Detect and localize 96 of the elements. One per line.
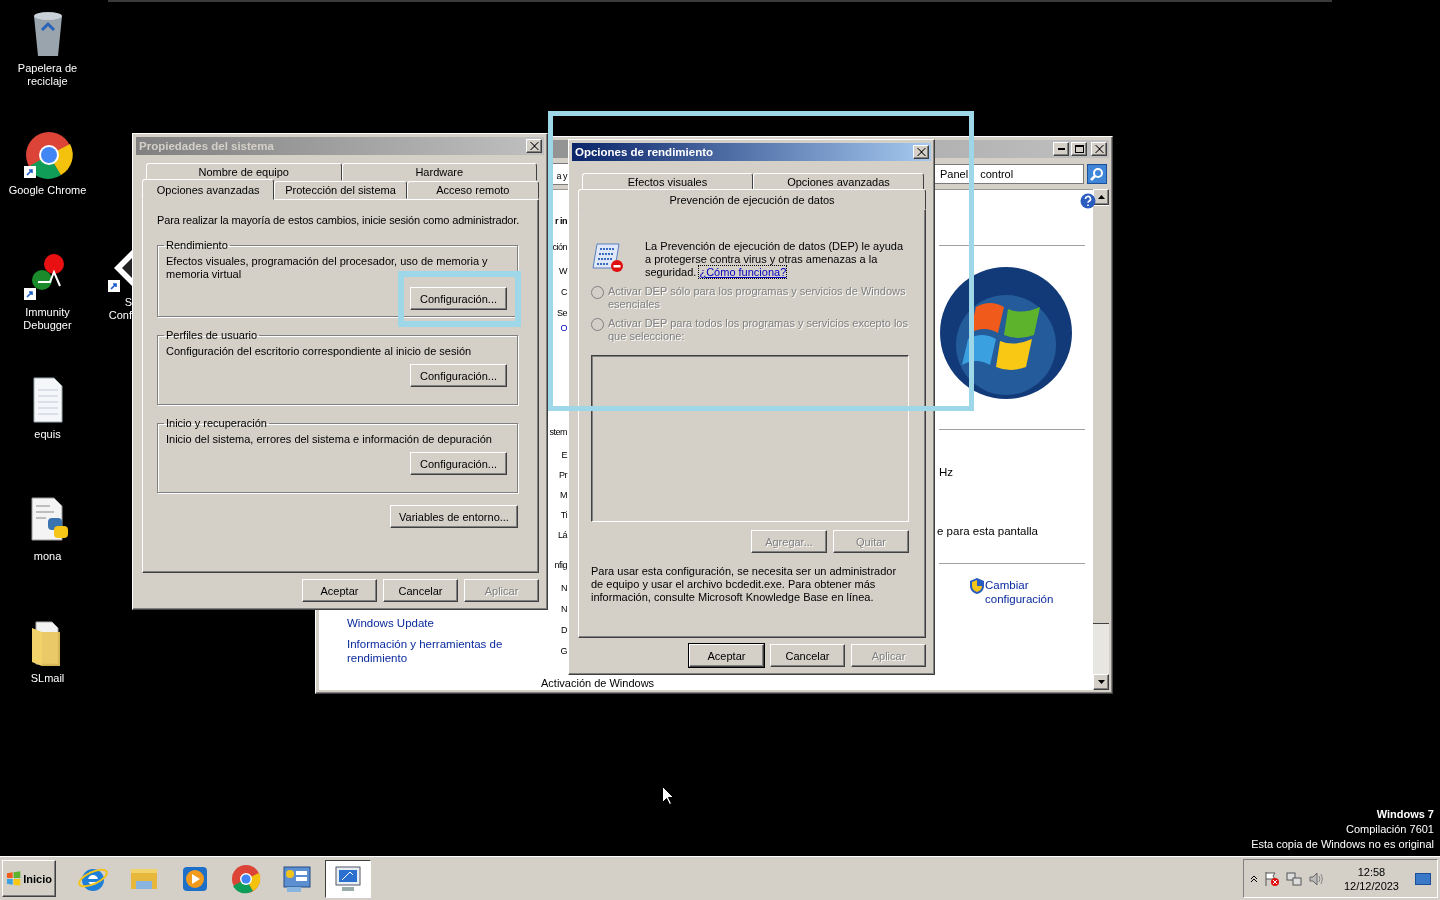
tab[interactable]: Nombre de equipo (146, 163, 342, 181)
description-text: La Prevención de ejecución de datos (DEP) le ayuda a protegerse contra virus y otras amenazas a la seguridad. ¿Cómo funciona? (645, 240, 905, 279)
tab[interactable]: Prevención de ejecución de datos (578, 189, 926, 210)
os-notice-text: Esta copia de Windows no es original (1251, 837, 1434, 852)
system-info-text: e para esta pantalla (937, 525, 1039, 537)
tab[interactable]: Opciones avanzadas (142, 179, 275, 200)
icon-label[interactable]: Google Chrome (4, 184, 91, 197)
system-info-text: Hz (939, 466, 954, 478)
text-fragment: G (560, 646, 567, 656)
dialog-button[interactable]: Cancelar (770, 644, 845, 667)
settings-button[interactable]: Configuración... (410, 364, 507, 387)
text-fragment: ción (552, 242, 567, 252)
group-title: Rendimiento (165, 239, 229, 251)
show-desktop-button[interactable] (1415, 872, 1431, 885)
text-fragment: Pr (559, 470, 567, 480)
shield-icon (970, 578, 984, 594)
speaker-icon[interactable] (1307, 870, 1324, 887)
intro-text: Para realizar la mayoría de estos cambios, inicie sesión como administrador. (157, 214, 518, 227)
group-title: Perfiles de usuario (165, 329, 259, 341)
close-button[interactable] (913, 145, 929, 159)
maximize-button[interactable] (1071, 142, 1087, 156)
down-arrow-icon (1097, 680, 1105, 684)
scroll-down-button[interactable] (1093, 674, 1109, 690)
text-fragment: a y (556, 171, 567, 181)
settings-button[interactable]: Configuración... (410, 452, 507, 475)
icon-label[interactable]: SLmail (4, 672, 91, 685)
tab[interactable]: Protección del sistema (274, 181, 407, 199)
text-fragment: N (561, 604, 567, 614)
close-button[interactable] (526, 139, 542, 153)
window-title: Propiedades del sistema (139, 140, 274, 152)
sidebar-link[interactable]: Información y herramientas de rendimiento (347, 637, 517, 665)
icon-label[interactable]: Papelera de reciclaje (4, 62, 91, 88)
text-fragment: Ti (560, 510, 567, 520)
icon-label[interactable]: mona (4, 550, 91, 563)
clock-date[interactable]: 12/12/2023 (1343, 878, 1399, 893)
text-fragment: nfig (554, 560, 567, 570)
start-button[interactable]: Inicio (2, 860, 56, 897)
tab[interactable]: Acceso remoto (406, 181, 539, 199)
clock-time[interactable]: 12:58 (1357, 864, 1386, 879)
sidebar-link[interactable]: Windows Update (347, 616, 517, 630)
settings-button[interactable]: Configuración... (410, 287, 507, 310)
icon-label[interactable]: S (124, 296, 132, 309)
text-fragment: Lá (558, 530, 567, 540)
link-fragment: O (560, 323, 567, 333)
settings-link[interactable]: Cambiar configuración (985, 578, 1060, 606)
os-notice-text: Windows 7 (1376, 807, 1434, 822)
close-button[interactable] (1091, 142, 1107, 156)
window-title: Opciones de rendimiento (575, 146, 714, 158)
scrollbar[interactable] (1093, 189, 1109, 690)
close-icon (529, 142, 539, 150)
close-icon (1094, 145, 1104, 153)
maximize-icon (1074, 145, 1084, 153)
group-title: Inicio y recuperación (165, 417, 268, 429)
environment-button[interactable]: Variables de entorno... (390, 505, 518, 528)
up-arrow-icon (1097, 195, 1105, 199)
taskbar-app[interactable] (325, 859, 371, 898)
icon-label[interactable]: Conf (108, 309, 132, 322)
text-fragment: C (561, 287, 567, 297)
text-fragment: stem (549, 427, 567, 437)
search-icon (1090, 167, 1104, 181)
search-field[interactable]: Panel control (934, 164, 1084, 184)
text-fragment: Activación de Windows (541, 677, 655, 689)
scroll-up-button[interactable] (1093, 189, 1109, 205)
help-link[interactable]: ¿Cómo funciona? (699, 266, 787, 278)
cursor-icon (662, 786, 674, 805)
group-description: Inicio del sistema, errores del sistema e información de depuración (166, 433, 493, 446)
minimize-icon (1057, 148, 1065, 150)
network-icon[interactable] (1285, 870, 1302, 887)
flag-icon (6, 871, 22, 886)
os-notice-text: Compilación 7601 (1345, 822, 1434, 837)
group-description: Efectos visuales, programación del procesador, uso de memoria y memoria virtual (166, 255, 489, 281)
browser-logo-icon[interactable] (21, 130, 74, 180)
text-fragment: r in (555, 216, 567, 226)
flag-alert-icon[interactable] (1263, 870, 1280, 887)
search-button[interactable] (1087, 164, 1107, 184)
scroll-thumb[interactable] (1093, 205, 1109, 624)
text-fragment: N (561, 583, 567, 593)
tab[interactable]: Hardware (341, 163, 537, 181)
text-fragment: W (559, 266, 567, 276)
icon-label[interactable]: equis (4, 428, 91, 441)
text-fragment: M (560, 490, 567, 500)
text-fragment: Se (557, 308, 567, 318)
dialog-button[interactable]: Aceptar (302, 579, 377, 602)
chevron-up-icon[interactable] (1249, 874, 1258, 883)
browser-logo-icon (230, 862, 262, 895)
close-icon (916, 148, 926, 156)
help-icon[interactable] (1080, 193, 1096, 209)
minimize-button[interactable] (1053, 142, 1069, 156)
icon-label[interactable]: Immunity Debugger (4, 306, 91, 332)
dialog-button[interactable]: Cancelar (383, 579, 458, 602)
dialog-button[interactable]: Aceptar (689, 644, 764, 667)
shield-binary-icon (591, 240, 625, 274)
text-fragment: E (561, 450, 567, 460)
group-description: Configuración del escritorio correspondiente al inicio de sesión (166, 345, 473, 358)
note-text: Para usar esta configuración, se necesita ser un administrador de equipo y usar el archivo bcdedit.exe. Para obtener más información, consulte Microsoft Knowledge Base en línea. (591, 565, 898, 604)
text-fragment: D (561, 625, 567, 635)
